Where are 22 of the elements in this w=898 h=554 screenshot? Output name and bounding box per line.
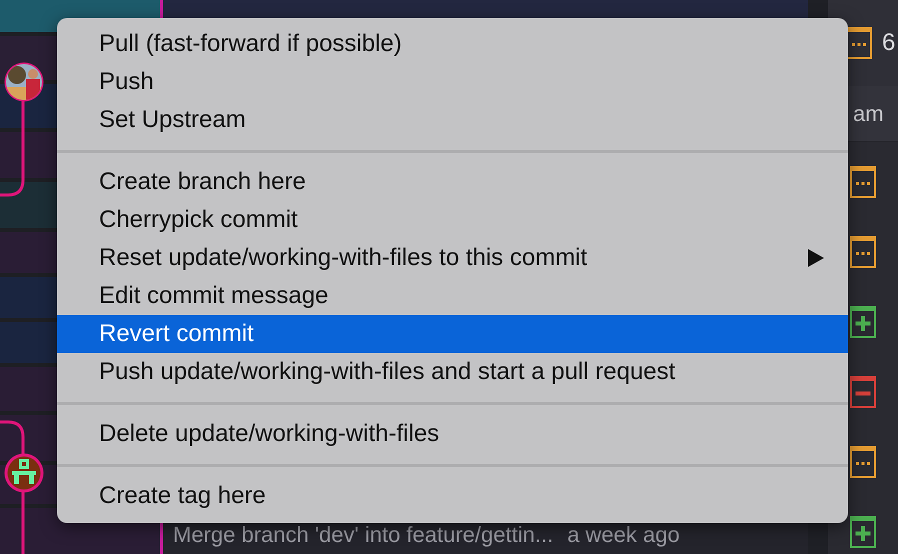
column-header: am [853, 100, 884, 128]
dots-file-icon [850, 446, 876, 478]
menu-item[interactable]: Set Upstream [57, 101, 848, 139]
plus-file-icon [850, 306, 876, 338]
menu-item[interactable]: Revert commit [57, 315, 848, 353]
commit-time: a week ago [567, 521, 680, 549]
plus-file-icon [850, 516, 876, 548]
minus-file-icon [850, 376, 876, 408]
menu-item[interactable]: Cherrypick commit [57, 201, 848, 239]
menu-item[interactable]: Pull (fast-forward if possible) [57, 25, 848, 63]
file-count: 6 [882, 28, 896, 58]
menu-item[interactable]: Edit commit message [57, 277, 848, 315]
pixel-avatar-icon [3, 452, 45, 494]
commit-message: Merge branch 'dev' into feature/gettin... [173, 521, 554, 549]
menu-item[interactable]: Reset update/working-with-files to this commit [57, 239, 848, 277]
menu-item[interactable]: Create branch here [57, 163, 848, 201]
menu-item[interactable]: Push [57, 63, 848, 101]
dots-file-icon [850, 166, 876, 198]
menu-item[interactable]: Push update/working-with-files and start a pull request [57, 353, 848, 391]
dots-file-icon [850, 236, 876, 268]
menu-item[interactable]: Delete update/working-with-files [57, 415, 848, 453]
menu-item[interactable]: Create tag here [57, 477, 848, 515]
